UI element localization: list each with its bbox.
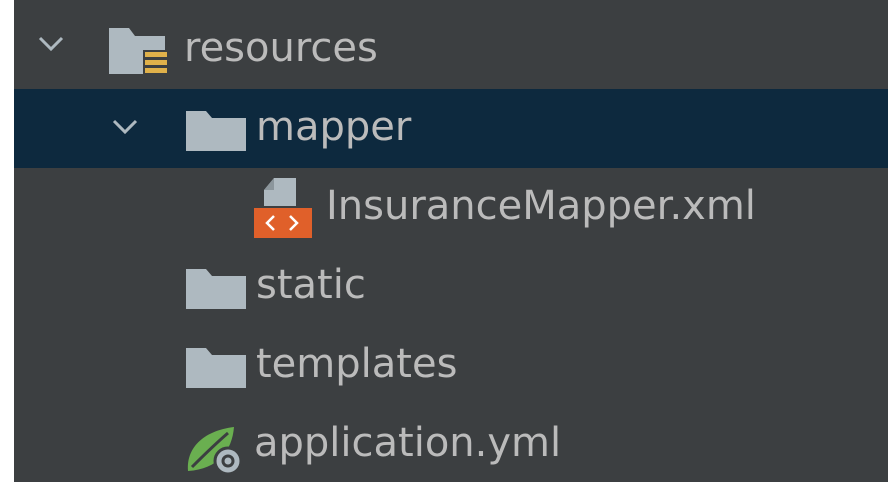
spring-config-file-icon [184,421,248,477]
tree-node-label: mapper [256,104,412,150]
tree-node-static[interactable]: static [14,247,888,326]
chevron-down-icon[interactable] [38,36,64,52]
resources-folder-icon [107,24,171,80]
folder-icon [184,109,248,153]
xml-file-icon [252,176,314,240]
tree-node-application-yml[interactable]: application.yml [14,405,888,482]
tree-node-label: application.yml [254,420,562,466]
tree-node-resources[interactable]: resources [14,10,888,89]
tree-node-templates[interactable]: templates [14,326,888,405]
tree-node-label: InsuranceMapper.xml [326,183,756,229]
tree-node-insurancemapper-xml[interactable]: InsuranceMapper.xml [14,168,888,247]
chevron-down-icon[interactable] [112,119,138,135]
tree-node-label: resources [184,25,378,71]
project-tree-panel: resources mapper InsuranceMapper.xml sta… [14,0,888,482]
tree-node-label: static [256,262,366,308]
tree-node-mapper[interactable]: mapper [14,89,888,168]
tree-node-label: templates [256,341,458,387]
folder-icon [184,267,248,311]
folder-icon [184,346,248,390]
